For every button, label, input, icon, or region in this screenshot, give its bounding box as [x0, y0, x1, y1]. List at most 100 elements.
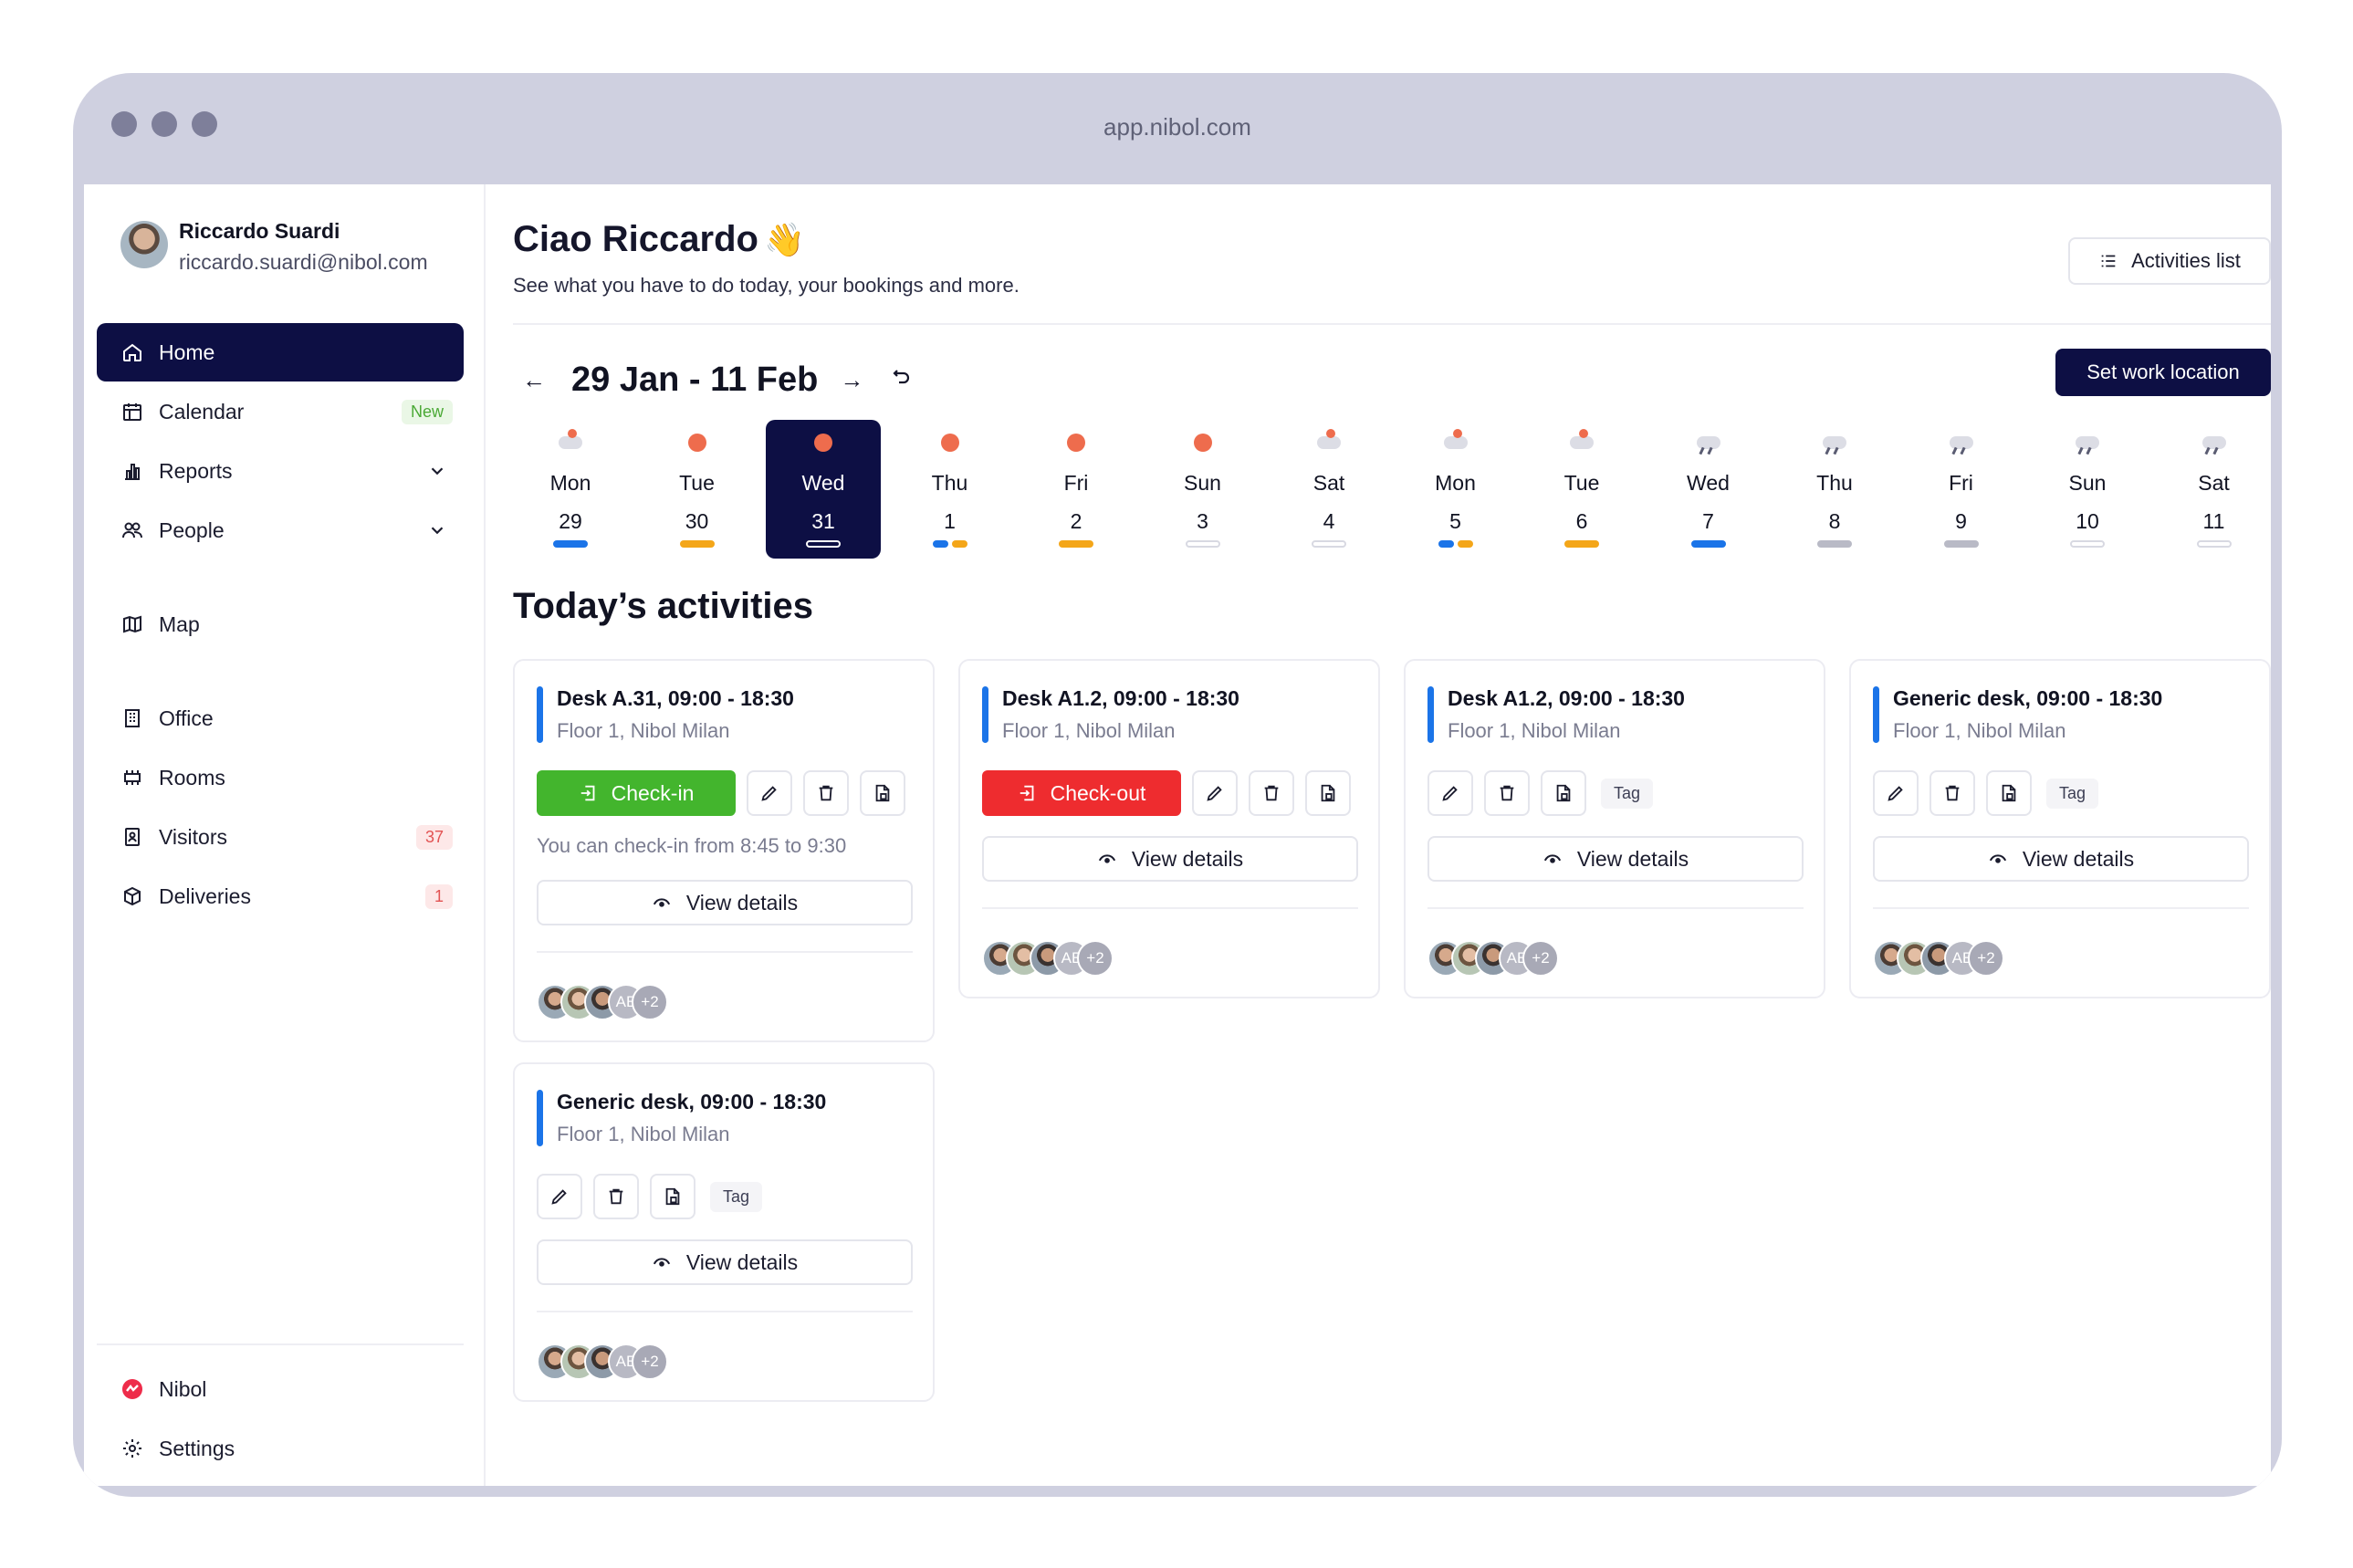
- sidebar-item-people[interactable]: People: [97, 501, 464, 559]
- view-details-button[interactable]: View details: [982, 836, 1358, 882]
- edit-button[interactable]: [1427, 770, 1473, 816]
- week-days-strip: Mon 29 Tue 30 Wed 31 Thu 1 Fri 2 Sun 3 Sat 4 Mon 5 Tue 6 W…: [513, 420, 2272, 559]
- day-cell[interactable]: Tue 30: [640, 420, 755, 559]
- booking-bar-orange: [1059, 540, 1093, 548]
- view-details-button[interactable]: View details: [537, 1239, 913, 1285]
- user-email: riccardo.suardi@nibol.com: [179, 250, 428, 274]
- activity-card: Generic desk, 09:00 - 18:30 Floor 1, Nib…: [513, 1062, 935, 1402]
- set-work-location-button[interactable]: Set work location: [2055, 349, 2271, 396]
- booking-indicators: [1145, 540, 1260, 548]
- card-actions: Check-in: [537, 770, 905, 816]
- nibol-logo-icon: [120, 1377, 144, 1401]
- chevron-down-icon[interactable]: [427, 461, 447, 481]
- day-cell[interactable]: Sun 10: [2030, 420, 2145, 559]
- day-cell[interactable]: Mon 5: [1398, 420, 1513, 559]
- arrow-right-icon[interactable]: →: [840, 366, 871, 394]
- delete-button[interactable]: [1249, 770, 1294, 816]
- calendar-icon: [120, 400, 144, 423]
- card-actions: Tag: [1427, 770, 1654, 816]
- weather-indicator: [1398, 429, 1513, 453]
- sidebar-item-office[interactable]: Office: [97, 689, 464, 747]
- attendees-avatars[interactable]: AE +2: [982, 940, 1114, 977]
- sidebar-item-reports[interactable]: Reports: [97, 442, 464, 500]
- check-out-button[interactable]: Check-out: [982, 770, 1181, 816]
- address-bar[interactable]: app.nibol.com: [73, 113, 2282, 141]
- sidebar-divider: [97, 1343, 464, 1345]
- attendees-avatars[interactable]: AE +2: [1873, 940, 2004, 977]
- sun-icon: [687, 434, 706, 452]
- attendees-avatars[interactable]: AE +2: [537, 984, 668, 1020]
- day-cell[interactable]: Wed 31: [766, 420, 881, 559]
- visitors-icon: [120, 825, 144, 849]
- office-icon: [120, 706, 144, 730]
- day-cell[interactable]: Fri 2: [1019, 420, 1134, 559]
- attendees-avatars[interactable]: AE +2: [537, 1343, 668, 1380]
- activities-list-button[interactable]: Activities list: [2068, 237, 2271, 285]
- sidebar-item-visitors[interactable]: Visitors 37: [97, 808, 464, 866]
- check-in-button[interactable]: Check-in: [537, 770, 736, 816]
- avatar-more-count: +2: [1522, 940, 1559, 977]
- page-subtitle: See what you have to do today, your book…: [513, 274, 1020, 297]
- sidebar-item-nibol[interactable]: Nibol: [97, 1360, 464, 1418]
- delete-button[interactable]: [593, 1174, 639, 1219]
- sidebar-item-settings[interactable]: Settings: [97, 1419, 464, 1478]
- sun-icon: [940, 434, 959, 452]
- day-cell[interactable]: Fri 9: [1904, 420, 2019, 559]
- view-details-button[interactable]: View details: [1873, 836, 2249, 882]
- wave-emoji: 👋: [763, 221, 805, 258]
- booking-bar-blue: [932, 540, 948, 548]
- day-cell[interactable]: Mon 29: [513, 420, 628, 559]
- edit-button[interactable]: [747, 770, 792, 816]
- pencil-icon: [761, 786, 777, 801]
- day-name: Wed: [1687, 471, 1730, 495]
- booking-indicators: [1904, 540, 2019, 548]
- weather-indicator: [640, 433, 755, 453]
- delete-button[interactable]: [1484, 770, 1530, 816]
- sidebar-item-map[interactable]: Map: [97, 595, 464, 653]
- reset-today-icon[interactable]: [891, 366, 922, 394]
- tag-chip[interactable]: Tag: [1601, 778, 1654, 809]
- map-icon: [120, 612, 144, 636]
- weather-indicator: [2157, 433, 2272, 453]
- attendees-avatars[interactable]: AE +2: [1427, 940, 1559, 977]
- edit-button[interactable]: [537, 1174, 582, 1219]
- card-title: Desk A.31, 09:00 - 18:30: [557, 686, 794, 710]
- main-content: Ciao Riccardo 👋 See what you have to do t…: [513, 184, 2271, 1486]
- edit-button[interactable]: [1873, 770, 1919, 816]
- day-cell[interactable]: Tue 6: [1524, 420, 1639, 559]
- view-details-button[interactable]: View details: [537, 880, 913, 925]
- view-details-button[interactable]: View details: [1427, 836, 1804, 882]
- booking-bar-empty: [2070, 540, 2105, 548]
- sidebar-item-rooms[interactable]: Rooms: [97, 748, 464, 807]
- tag-chip[interactable]: Tag: [2046, 778, 2099, 809]
- day-cell[interactable]: Wed 7: [1651, 420, 1766, 559]
- delete-button[interactable]: [803, 770, 849, 816]
- duplicate-button[interactable]: [1305, 770, 1351, 816]
- duplicate-button[interactable]: [1541, 770, 1586, 816]
- copy-icon: [875, 784, 890, 802]
- day-cell[interactable]: Sat 11: [2157, 420, 2272, 559]
- day-number: 3: [1197, 509, 1208, 533]
- day-cell[interactable]: Sat 4: [1271, 420, 1386, 559]
- tag-chip[interactable]: Tag: [710, 1181, 763, 1212]
- arrow-left-icon[interactable]: ←: [522, 366, 553, 394]
- pencil-icon: [551, 1189, 567, 1205]
- duplicate-button[interactable]: [1986, 770, 2032, 816]
- day-cell[interactable]: Thu 8: [1777, 420, 1892, 559]
- sidebar-item-label: People: [159, 517, 225, 542]
- duplicate-button[interactable]: [650, 1174, 695, 1219]
- day-cell[interactable]: Sun 3: [1145, 420, 1260, 559]
- edit-button[interactable]: [1192, 770, 1238, 816]
- sidebar-item-calendar[interactable]: Calendar New: [97, 382, 464, 441]
- sidebar-item-deliveries[interactable]: Deliveries 1: [97, 867, 464, 925]
- duplicate-button[interactable]: [860, 770, 905, 816]
- card-accent: [1427, 686, 1434, 743]
- delete-button[interactable]: [1929, 770, 1975, 816]
- chevron-down-icon[interactable]: [427, 520, 447, 540]
- day-cell[interactable]: Thu 1: [893, 420, 1008, 559]
- eye-icon: [653, 1258, 670, 1267]
- card-title: Generic desk, 09:00 - 18:30: [1893, 686, 2163, 710]
- deliveries-count-badge: 1: [424, 883, 453, 909]
- view-details-label: View details: [685, 890, 799, 915]
- sidebar-item-home[interactable]: Home: [97, 323, 464, 382]
